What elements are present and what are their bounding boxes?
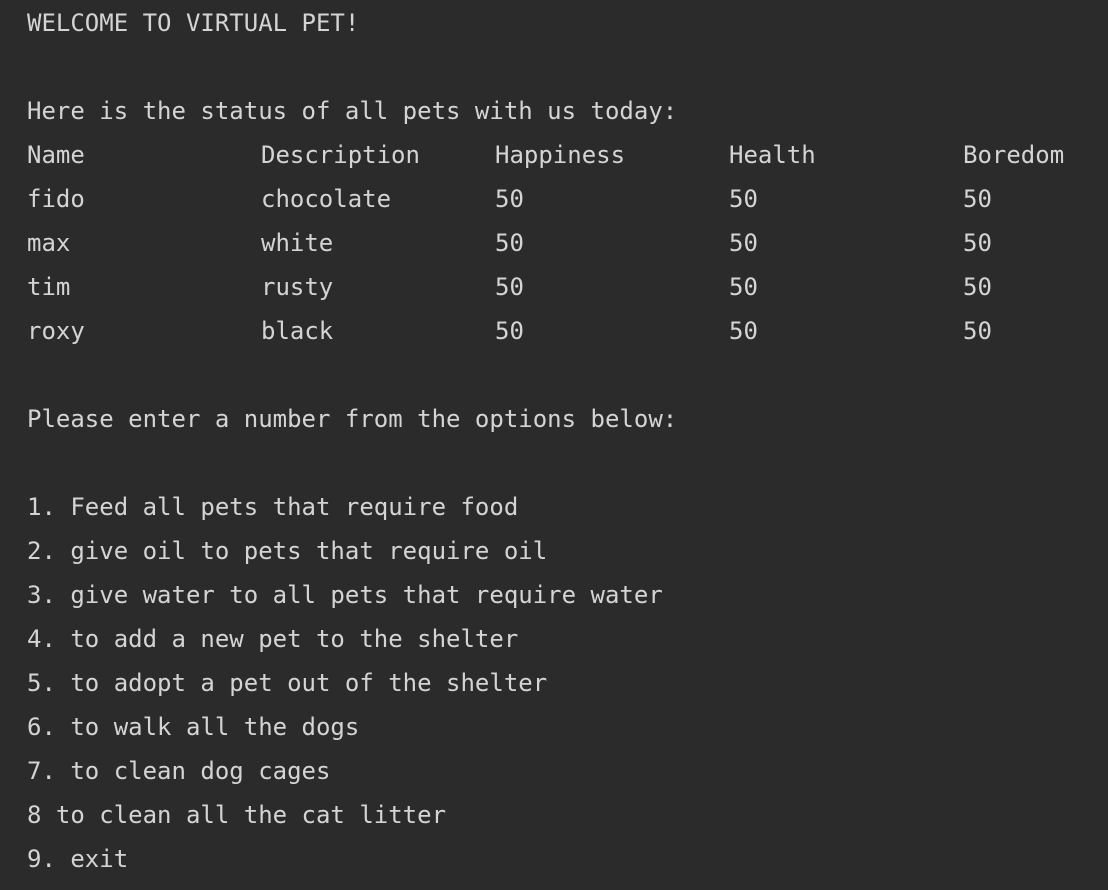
option-water: 3. give water to all pets that require w…: [27, 581, 663, 609]
pet-boredom: 50: [963, 229, 992, 257]
pet-health: 50: [729, 185, 758, 213]
pet-description: rusty: [261, 273, 334, 301]
option-feed: 1. Feed all pets that require food: [27, 493, 519, 521]
pet-happiness: 50: [495, 229, 524, 257]
pet-name: roxy: [27, 317, 85, 345]
pet-description: black: [261, 317, 334, 345]
pet-health: 50: [729, 229, 758, 257]
header-happiness: Happiness: [495, 141, 626, 169]
option-oil: 2. give oil to pets that require oil: [27, 537, 548, 565]
pet-description: white: [261, 229, 334, 257]
pet-health: 50: [729, 317, 758, 345]
pet-happiness: 50: [495, 185, 524, 213]
option-adopt-pet: 5. to adopt a pet out of the shelter: [27, 669, 548, 697]
pet-name: max: [27, 229, 71, 257]
option-walk-dogs: 6. to walk all the dogs: [27, 713, 360, 741]
pet-happiness: 50: [495, 317, 524, 345]
header-description: Description: [261, 141, 420, 169]
pet-boredom: 50: [963, 185, 992, 213]
header-health: Health: [729, 141, 816, 169]
option-exit: 9. exit: [27, 845, 129, 873]
option-clean-cages: 7. to clean dog cages: [27, 757, 331, 785]
option-add-pet: 4. to add a new pet to the shelter: [27, 625, 519, 653]
pet-name: fido: [27, 185, 85, 213]
console-output: WELCOME TO VIRTUAL PET! Here is the stat…: [0, 0, 1108, 890]
options-prompt: Please enter a number from the options b…: [27, 405, 678, 433]
status-intro: Here is the status of all pets with us t…: [27, 97, 678, 125]
pet-name: tim: [27, 273, 71, 301]
pet-description: chocolate: [261, 185, 392, 213]
pet-health: 50: [729, 273, 758, 301]
pet-boredom: 50: [963, 273, 992, 301]
header-boredom: Boredom: [963, 141, 1065, 169]
header-name: Name: [27, 141, 85, 169]
pet-happiness: 50: [495, 273, 524, 301]
welcome-heading: WELCOME TO VIRTUAL PET!: [27, 9, 360, 37]
option-clean-litter: 8 to clean all the cat litter: [27, 801, 447, 829]
pet-boredom: 50: [963, 317, 992, 345]
